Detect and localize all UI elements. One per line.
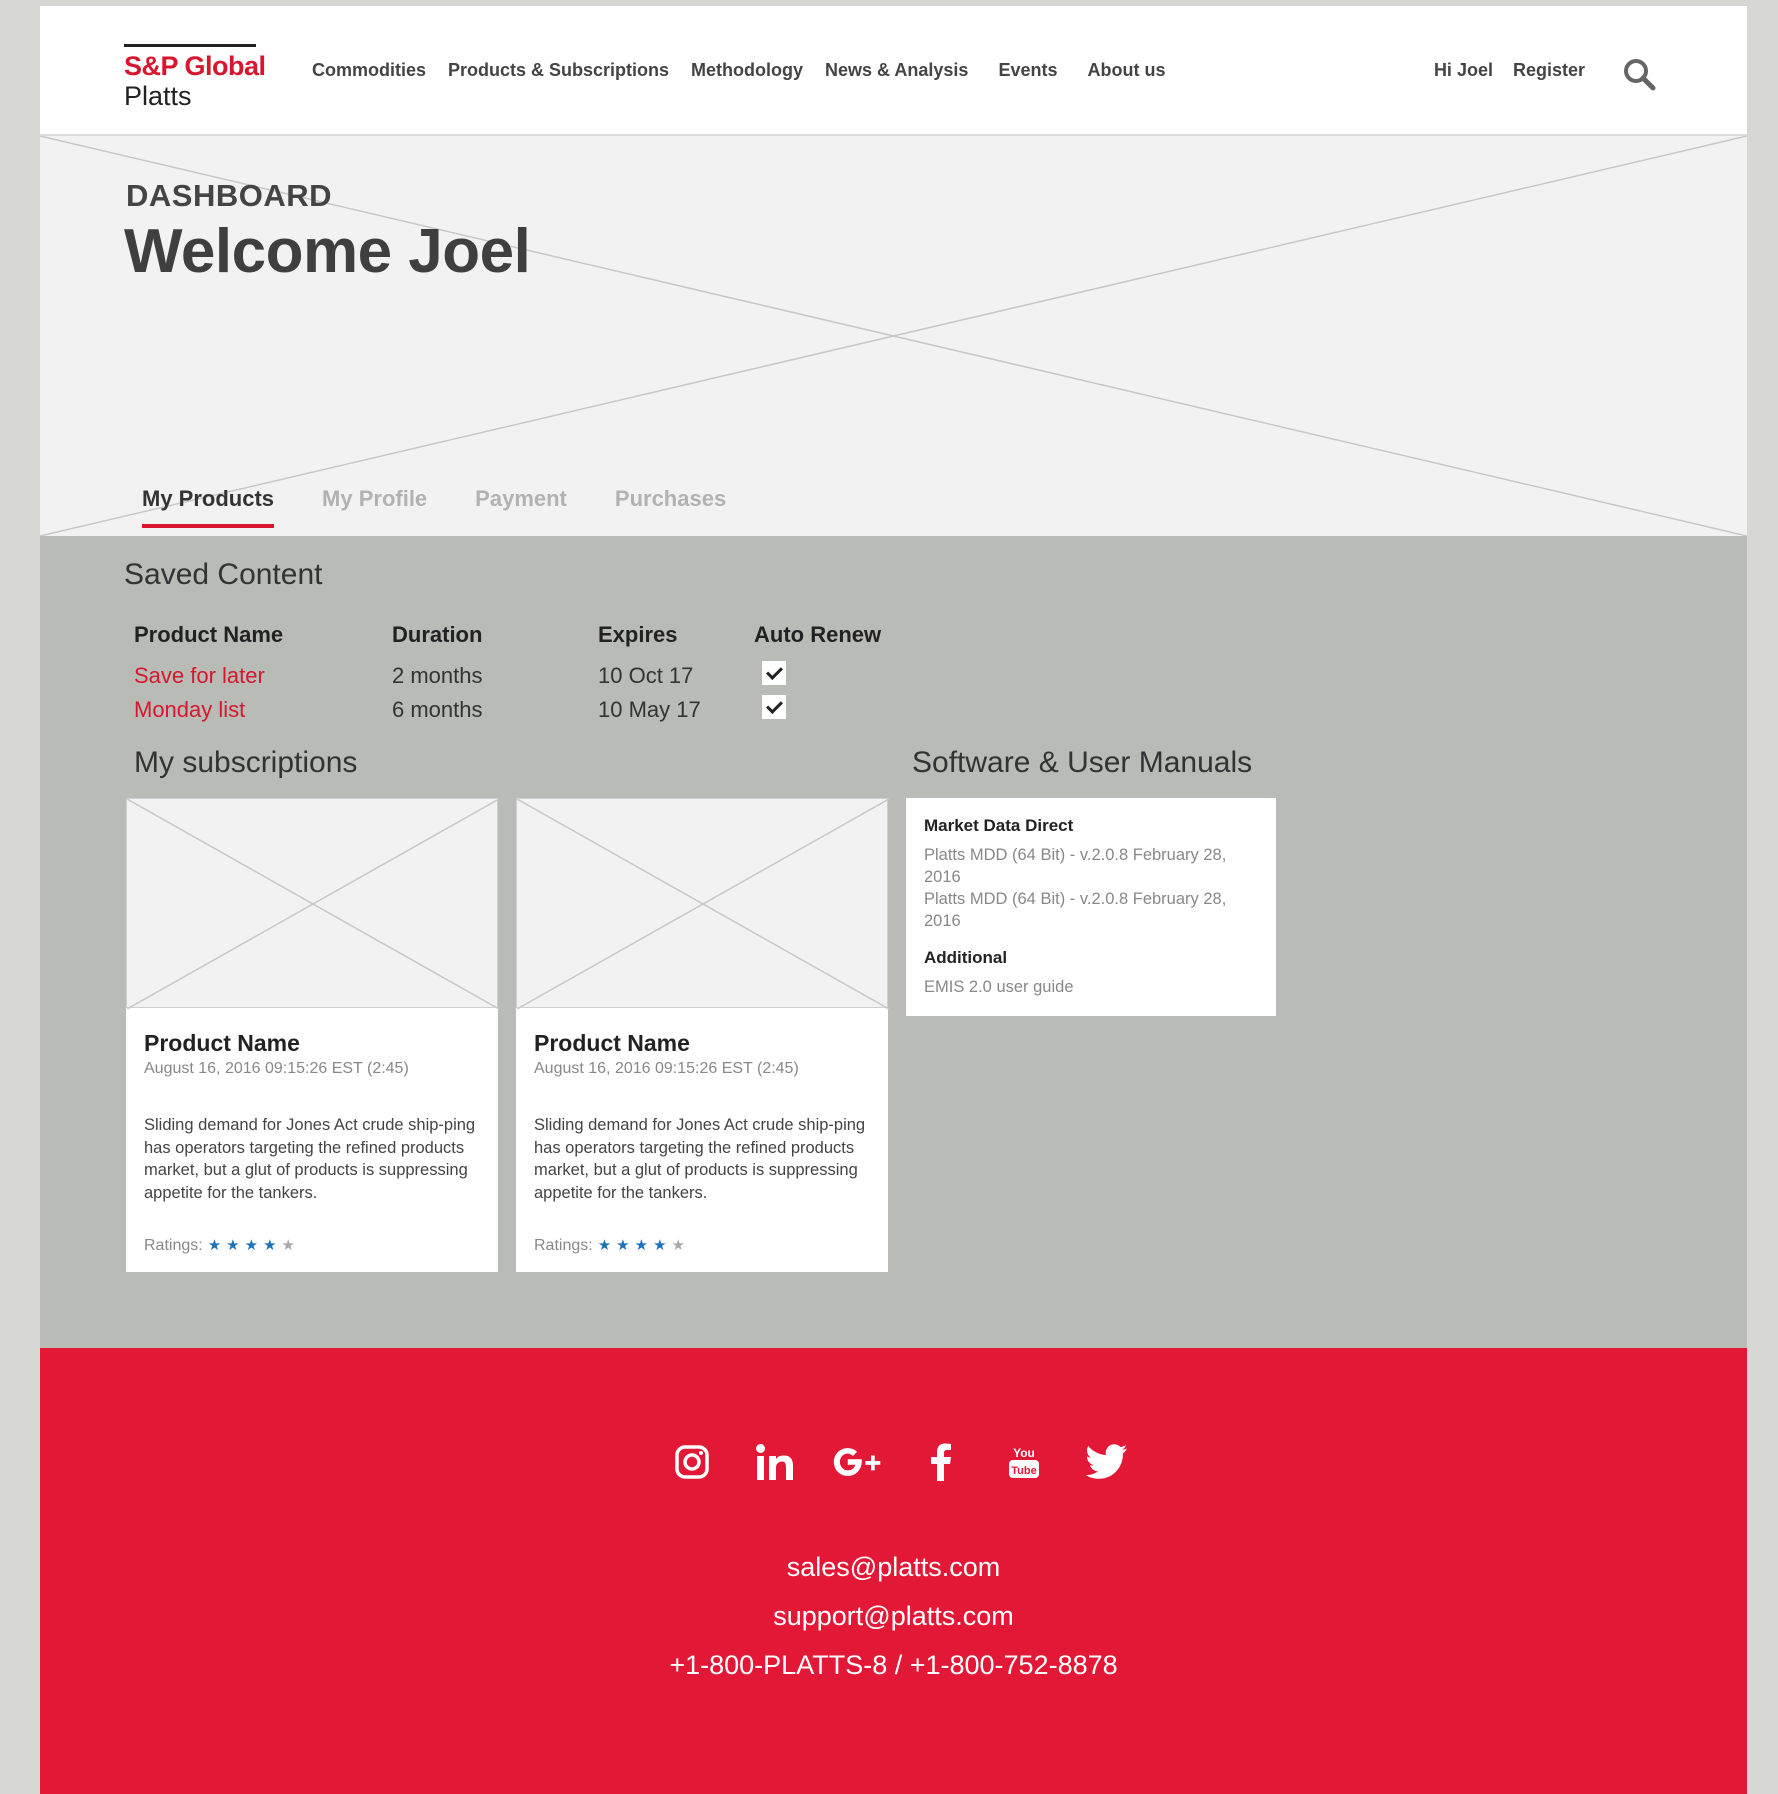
auto-renew-checkbox[interactable] [762, 661, 786, 685]
support-email-link[interactable]: support@platts.com [40, 1601, 1747, 1632]
col-product-name: Product Name [134, 622, 284, 647]
star-icon: ★ [281, 1237, 295, 1254]
subscriptions-title: My subscriptions [134, 746, 358, 779]
dashboard-content: Saved Content Product Name Duration Expi… [40, 536, 1747, 1348]
svg-text:You: You [1013, 1446, 1035, 1460]
logo-bar [124, 44, 256, 47]
star-icon: ★ [671, 1237, 685, 1254]
nav-products-subscriptions[interactable]: Products & Subscriptions [448, 60, 669, 81]
hero-banner: DASHBOARD Welcome Joel My Products My Pr… [40, 136, 1747, 536]
dashboard-tabs: My Products My Profile Payment Purchases [142, 486, 774, 528]
page-frame: S&P Global Platts Commodities Products &… [40, 6, 1747, 1794]
site-header: S&P Global Platts Commodities Products &… [40, 6, 1747, 136]
manual-link[interactable]: Platts MDD (64 Bit) - v.2.0.8 February 2… [924, 888, 1258, 932]
star-icon: ★ [634, 1237, 649, 1254]
ratings-label: Ratings: [534, 1236, 593, 1254]
tab-my-profile[interactable]: My Profile [322, 486, 427, 528]
saved-item-link[interactable]: Monday list [134, 697, 392, 723]
card-date: August 16, 2016 09:15:26 EST (2:45) [144, 1060, 409, 1077]
instagram-icon[interactable] [666, 1436, 718, 1488]
saved-item-link[interactable]: Save for later [134, 663, 392, 689]
card-description: Sliding demand for Jones Act crude ship-… [144, 1116, 476, 1202]
col-duration: Duration [392, 622, 483, 647]
site-footer: You Tube sales@platts.com support@platts.… [40, 1348, 1747, 1794]
card-rating: Ratings: ★ ★ ★ ★ ★ [534, 1236, 685, 1255]
user-nav: Hi Joel Register [1414, 60, 1585, 81]
svg-text:Tube: Tube [1011, 1465, 1036, 1477]
ratings-label: Ratings: [144, 1236, 203, 1254]
star-icon: ★ [653, 1237, 667, 1254]
nav-methodology[interactable]: Methodology [691, 60, 803, 81]
star-icon: ★ [263, 1237, 277, 1254]
manual-link[interactable]: EMIS 2.0 user guide [924, 976, 1258, 998]
sales-email-link[interactable]: sales@platts.com [40, 1552, 1747, 1583]
twitter-icon[interactable] [1081, 1436, 1133, 1488]
auto-renew-checkbox[interactable] [762, 695, 786, 719]
card-placeholder-image [516, 798, 889, 1009]
manuals-title: Software & User Manuals [912, 746, 1253, 779]
table-row: Save for later 2 months 10 Oct 17 [134, 661, 894, 690]
subscription-card[interactable]: Product Name August 16, 2016 09:15:26 ES… [516, 798, 889, 1272]
col-auto-renew: Auto Renew [754, 622, 882, 647]
dashboard-kicker: DASHBOARD [126, 178, 332, 213]
saved-content-title: Saved Content [124, 558, 323, 591]
saved-item-expires: 10 May 17 [598, 697, 701, 722]
page-title: Welcome Joel [124, 217, 531, 286]
logo[interactable]: S&P Global Platts [124, 44, 266, 111]
social-links: You Tube [666, 1436, 1164, 1488]
rating-stars: ★ ★ ★ ★ ★ [203, 1236, 295, 1255]
logo-sp-global: S&P Global [124, 51, 266, 81]
star-icon: ★ [597, 1237, 612, 1254]
nav-about-us[interactable]: About us [1087, 60, 1165, 81]
tab-my-products[interactable]: My Products [142, 486, 275, 528]
col-expires: Expires [598, 622, 678, 647]
contact-info: sales@platts.com support@platts.com +1-8… [40, 1552, 1747, 1699]
card-placeholder-image [126, 798, 499, 1009]
rating-stars: ★ ★ ★ ★ ★ [593, 1236, 685, 1255]
star-icon: ★ [244, 1237, 259, 1254]
main-nav: Commodities Products & Subscriptions Met… [312, 60, 1187, 81]
logo-platts: Platts [124, 81, 192, 111]
register-link[interactable]: Register [1513, 60, 1585, 81]
card-description: Sliding demand for Jones Act crude ship-… [534, 1116, 866, 1202]
google-plus-icon[interactable] [832, 1436, 884, 1488]
table-header: Product Name Duration Expires Auto Renew [134, 622, 894, 648]
star-icon: ★ [616, 1237, 630, 1254]
saved-item-duration: 2 months [392, 663, 483, 688]
star-icon: ★ [207, 1237, 222, 1254]
phone-number: +1-800-PLATTS-8 / +1-800-752-8878 [669, 1650, 1118, 1680]
search-icon[interactable] [1621, 56, 1657, 92]
star-icon: ★ [226, 1237, 240, 1254]
table-row: Monday list 6 months 10 May 17 [134, 695, 894, 724]
facebook-icon[interactable] [915, 1436, 967, 1488]
manuals-panel: Market Data Direct Platts MDD (64 Bit) -… [906, 798, 1276, 1016]
card-date: August 16, 2016 09:15:26 EST (2:45) [534, 1060, 799, 1077]
nav-events[interactable]: Events [998, 60, 1057, 81]
linkedin-icon[interactable] [749, 1436, 801, 1488]
saved-item-duration: 6 months [392, 697, 483, 722]
tab-purchases[interactable]: Purchases [615, 486, 726, 528]
manuals-heading-mdd: Market Data Direct [924, 816, 1074, 835]
nav-news-analysis[interactable]: News & Analysis [825, 60, 968, 81]
saved-item-expires: 10 Oct 17 [598, 663, 694, 688]
card-product-name: Product Name [534, 1030, 690, 1056]
nav-commodities[interactable]: Commodities [312, 60, 426, 81]
user-greeting-link[interactable]: Hi Joel [1434, 60, 1493, 81]
saved-content-table: Product Name Duration Expires Auto Renew… [134, 622, 894, 730]
card-rating: Ratings: ★ ★ ★ ★ ★ [144, 1236, 295, 1255]
manual-link[interactable]: Platts MDD (64 Bit) - v.2.0.8 February 2… [924, 844, 1258, 888]
subscription-card[interactable]: Product Name August 16, 2016 09:15:26 ES… [126, 798, 499, 1272]
youtube-icon[interactable]: You Tube [998, 1436, 1050, 1488]
tab-payment[interactable]: Payment [475, 486, 567, 528]
card-product-name: Product Name [144, 1030, 300, 1056]
manuals-heading-additional: Additional [924, 948, 1008, 967]
